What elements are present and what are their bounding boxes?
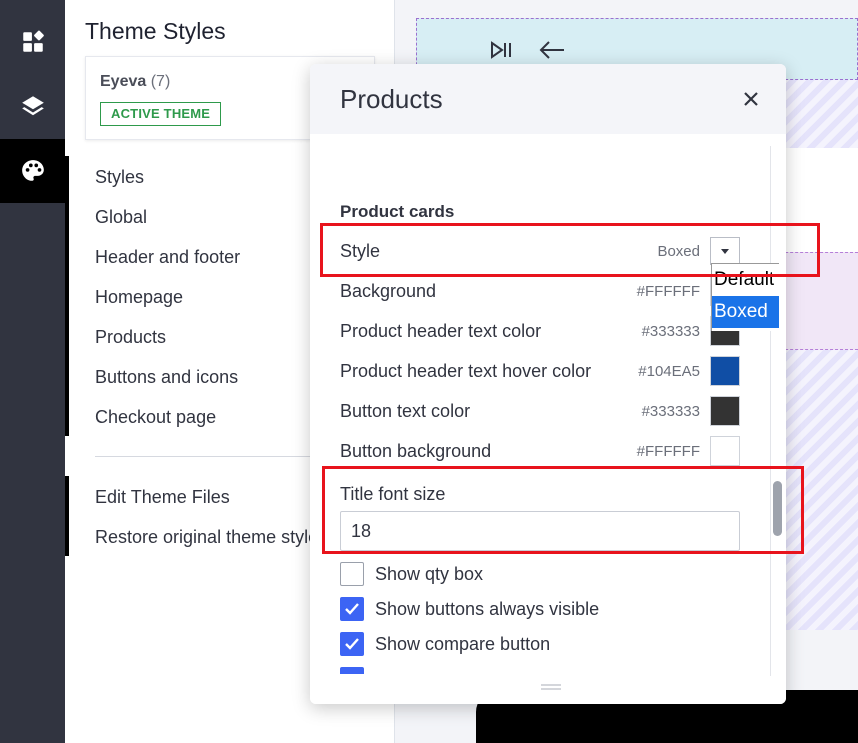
color-row-value: #333333 bbox=[641, 323, 700, 340]
color-row-label: Product header text hover color bbox=[340, 361, 592, 381]
highlight-font-size-field bbox=[322, 466, 804, 554]
play-pause-icon[interactable] bbox=[490, 40, 514, 60]
color-row-label: Product header text color bbox=[340, 321, 542, 341]
rail-widgets-button[interactable] bbox=[0, 10, 65, 74]
modal-title: Products bbox=[340, 84, 443, 114]
checkbox-show-compare-button[interactable] bbox=[340, 632, 364, 656]
color-swatch-button-background[interactable] bbox=[710, 436, 740, 466]
modal-header: Products bbox=[310, 64, 786, 134]
color-row-value: #FFFFFF bbox=[636, 443, 700, 460]
nav-item-buttons-icons[interactable]: Buttons and icons bbox=[95, 367, 238, 388]
nav-item-products[interactable]: Products bbox=[95, 327, 166, 348]
nav-item-edit-theme-files[interactable]: Edit Theme Files bbox=[95, 487, 230, 508]
app-rail bbox=[0, 0, 65, 743]
highlight-style-row bbox=[320, 223, 820, 277]
color-swatch-header-hover[interactable] bbox=[710, 356, 740, 386]
rail-theme-styles-button[interactable] bbox=[0, 139, 65, 203]
theme-name: Eyeva (7) bbox=[100, 73, 170, 91]
widgets-icon bbox=[22, 30, 44, 52]
checkmark-icon bbox=[345, 638, 359, 650]
color-row-value: #FFFFFF bbox=[636, 283, 700, 300]
panel-title: Theme Styles bbox=[85, 18, 226, 44]
theme-name-label: Eyeva bbox=[100, 73, 147, 90]
color-row-label: Button text color bbox=[340, 401, 471, 421]
back-arrow-icon[interactable] bbox=[538, 40, 566, 60]
color-row-label: Background bbox=[340, 281, 437, 301]
layers-icon bbox=[21, 96, 44, 116]
theme-count: (7) bbox=[150, 73, 171, 90]
color-row-label: Button background bbox=[340, 441, 492, 461]
color-swatch-button-text[interactable] bbox=[710, 396, 740, 426]
style-option-boxed[interactable]: Boxed bbox=[712, 296, 779, 328]
drag-handle-icon[interactable] bbox=[540, 683, 562, 691]
rail-layers-button[interactable] bbox=[0, 74, 65, 138]
products-modal: Products Product cards Style Boxed Backg… bbox=[310, 64, 786, 704]
nav-item-header-footer[interactable]: Header and footer bbox=[95, 247, 240, 268]
checkbox-show-buttons-visible[interactable] bbox=[340, 597, 364, 621]
checkmark-icon bbox=[345, 603, 359, 615]
nav-item-homepage[interactable]: Homepage bbox=[95, 287, 183, 308]
checkbox-label: Show compare button bbox=[375, 634, 551, 654]
nav-item-styles[interactable]: Styles bbox=[95, 167, 144, 188]
checkbox-show-qty-box[interactable] bbox=[340, 562, 364, 586]
close-icon[interactable] bbox=[740, 88, 762, 110]
palette-icon bbox=[21, 160, 44, 181]
active-theme-badge: ACTIVE THEME bbox=[100, 102, 222, 126]
nav-item-restore-theme-styles[interactable]: Restore original theme styles bbox=[95, 527, 327, 548]
color-row-value: #333333 bbox=[641, 403, 700, 420]
section-title: Product cards bbox=[340, 202, 455, 221]
checkbox-label: Show qty box bbox=[375, 564, 484, 584]
nav-item-global[interactable]: Global bbox=[95, 207, 147, 228]
nav-group-indicator-2 bbox=[65, 476, 69, 556]
nav-item-checkout-page[interactable]: Checkout page bbox=[95, 407, 216, 428]
checkbox-label: Show buttons always visible bbox=[375, 599, 600, 619]
color-row-value: #104EA5 bbox=[638, 363, 700, 380]
nav-group-indicator bbox=[65, 156, 69, 436]
